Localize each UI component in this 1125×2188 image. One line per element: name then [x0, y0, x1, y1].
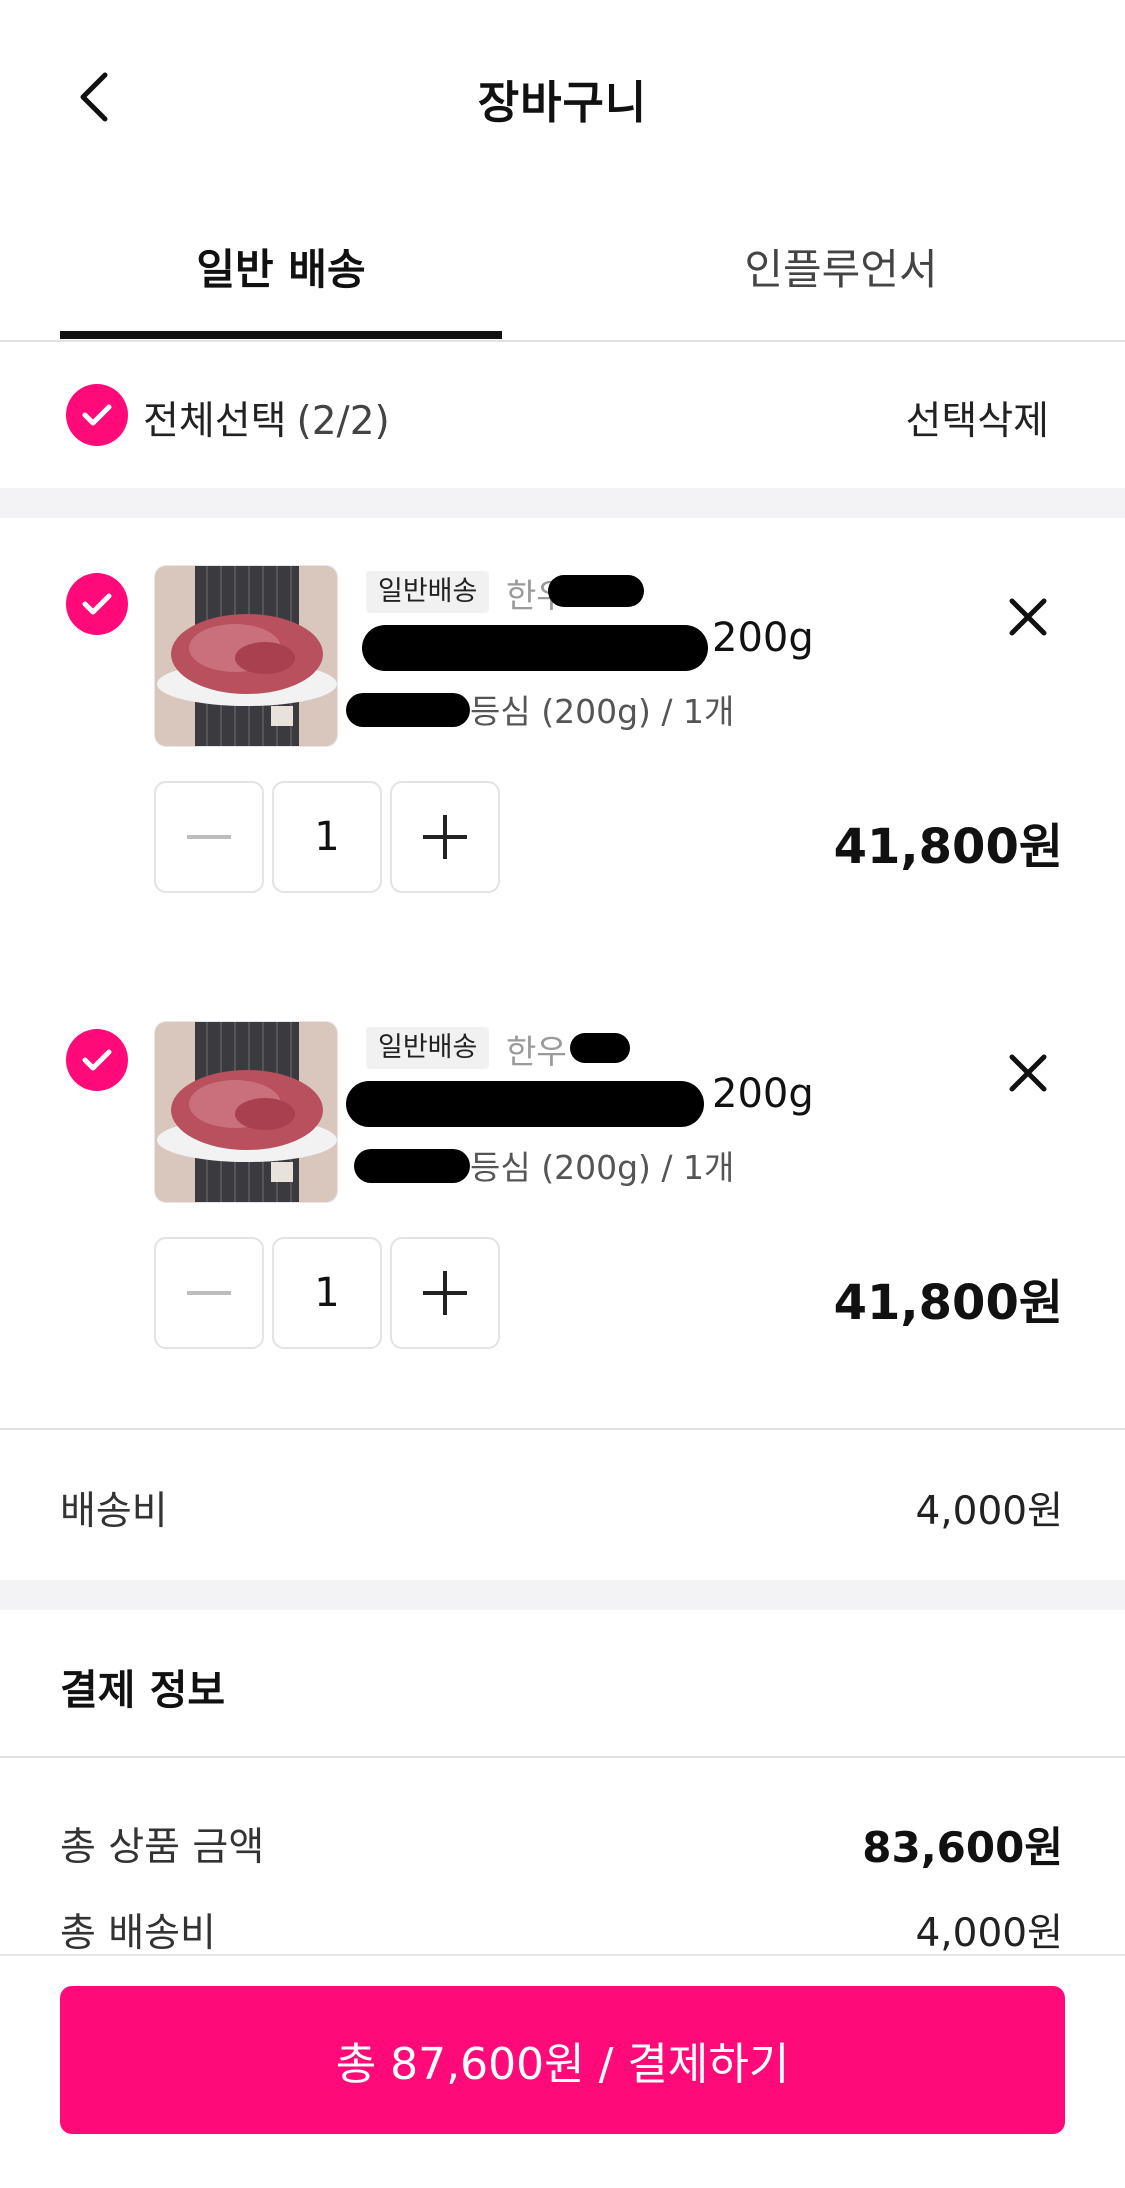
- divider-line: [0, 1756, 1125, 1758]
- product-option: 등심 (200g) / 1개: [470, 1148, 735, 1187]
- check-icon: [82, 1049, 112, 1071]
- cart-item: 일반배송 한우 200g 등심 (200g) / 1개 1 41,800원: [0, 991, 1125, 1445]
- product-image[interactable]: [154, 1021, 338, 1203]
- decrease-quantity-button[interactable]: [154, 1237, 264, 1349]
- remove-item-button[interactable]: [998, 1043, 1058, 1103]
- active-tab-indicator: [60, 331, 502, 339]
- redaction: [346, 693, 470, 727]
- minus-icon: [187, 835, 231, 839]
- select-all-checkbox[interactable]: [66, 384, 128, 446]
- redaction: [362, 625, 708, 671]
- product-name[interactable]: 200g: [712, 1071, 814, 1117]
- product-option: 등심 (200g) / 1개: [470, 692, 735, 731]
- plus-icon: [423, 1271, 467, 1315]
- redaction: [354, 1149, 470, 1183]
- tab-bar: 일반 배송 인플루언서: [0, 196, 1125, 342]
- section-divider: [0, 488, 1125, 518]
- select-all-label[interactable]: 전체선택 (2/2): [143, 390, 390, 446]
- close-icon: [1009, 1054, 1047, 1092]
- item-checkbox[interactable]: [66, 1029, 128, 1091]
- quantity-value[interactable]: 1: [272, 781, 382, 893]
- select-all-text: 전체선택: [143, 399, 287, 444]
- total-products-value: 83,600원: [862, 1823, 1063, 1872]
- product-name[interactable]: 200g: [712, 615, 814, 661]
- redaction: [346, 1081, 704, 1127]
- quantity-stepper: 1: [154, 1237, 500, 1349]
- shipping-type-tag: 일반배송: [366, 571, 490, 613]
- total-shipping-value: 4,000원: [915, 1911, 1063, 1956]
- close-icon: [1009, 598, 1047, 636]
- check-icon: [82, 404, 112, 426]
- page-title: 장바구니: [477, 76, 648, 129]
- brand-name: 한우: [506, 1032, 567, 1071]
- select-all-row: 전체선택 (2/2) 선택삭제: [0, 344, 1125, 488]
- cart-item: 일반배송 한우 200g 등심 (200g) / 1개 1 41,800원: [0, 535, 1125, 989]
- header: 장바구니: [0, 0, 1125, 196]
- checkout-button[interactable]: 총 87,600원 / 결제하기: [60, 1986, 1065, 2134]
- total-shipping-label: 총 배송비: [60, 1911, 216, 1956]
- shipping-fee-label: 배송비: [60, 1489, 168, 1534]
- total-products-label: 총 상품 금액: [60, 1825, 265, 1870]
- product-image[interactable]: [154, 565, 338, 747]
- select-all-count: (2/2): [296, 399, 390, 444]
- check-icon: [82, 593, 112, 615]
- delete-selected-button[interactable]: 선택삭제: [905, 390, 1049, 446]
- item-price: 41,800원: [833, 819, 1063, 875]
- quantity-stepper: 1: [154, 781, 500, 893]
- tab-general-shipping[interactable]: 일반 배송: [60, 226, 502, 306]
- quantity-value[interactable]: 1: [272, 1237, 382, 1349]
- decrease-quantity-button[interactable]: [154, 781, 264, 893]
- checkout-bar: 총 87,600원 / 결제하기: [0, 1954, 1125, 2188]
- payment-info-title: 결제 정보: [60, 1666, 226, 1714]
- shipping-type-tag: 일반배송: [366, 1027, 490, 1069]
- increase-quantity-button[interactable]: [390, 781, 500, 893]
- remove-item-button[interactable]: [998, 587, 1058, 647]
- item-checkbox[interactable]: [66, 573, 128, 635]
- shipping-fee-value: 4,000원: [915, 1489, 1063, 1534]
- item-price: 41,800원: [833, 1275, 1063, 1331]
- section-divider: [0, 1580, 1125, 1610]
- redaction: [570, 1033, 630, 1063]
- plus-icon: [423, 815, 467, 859]
- redaction: [548, 575, 644, 607]
- minus-icon: [187, 1291, 231, 1295]
- divider-line: [0, 1428, 1125, 1430]
- tab-influencer[interactable]: 인플루언서: [620, 226, 1062, 306]
- increase-quantity-button[interactable]: [390, 1237, 500, 1349]
